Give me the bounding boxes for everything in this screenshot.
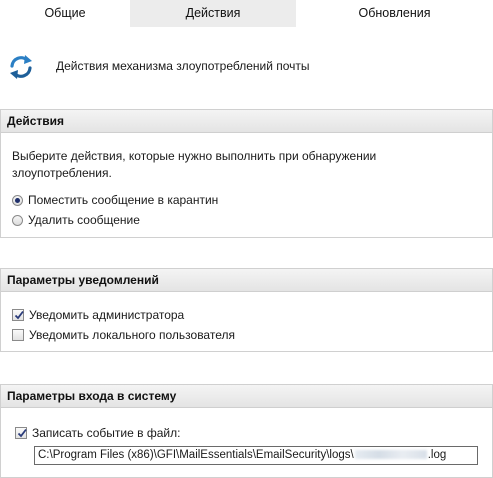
refresh-arrows-icon (6, 52, 36, 82)
notifications-section: Параметры уведомлений Уведомить админист… (0, 268, 493, 352)
log-to-file-checkbox[interactable] (15, 427, 27, 439)
notify-user-checkbox[interactable] (12, 329, 24, 341)
logging-section-title: Параметры входа в систему (1, 385, 492, 408)
tab-general[interactable]: Общие (0, 0, 130, 27)
tab-updates[interactable]: Обновления (296, 0, 493, 27)
log-to-file-label: Записать событие в файл: (32, 426, 181, 440)
log-path-field[interactable]: C:\Program Files (x86)\GFI\MailEssential… (34, 446, 478, 465)
logging-section: Параметры входа в систему Записать событ… (0, 384, 493, 478)
checkmark-icon (14, 310, 24, 320)
page-header: Действия механизма злоупотреблений почты (0, 40, 493, 96)
delete-option[interactable]: Удалить сообщение (12, 212, 140, 228)
notify-admin-option[interactable]: Уведомить администратора (12, 307, 184, 323)
log-to-file-option[interactable]: Записать событие в файл: (15, 425, 180, 441)
notify-user-label: Уведомить локального пользователя (29, 328, 235, 342)
redacted-filename (354, 450, 427, 460)
notifications-section-title: Параметры уведомлений (1, 269, 492, 292)
page-title: Действия механизма злоупотреблений почты (56, 59, 310, 73)
log-path-suffix: .log (427, 449, 447, 461)
actions-section-title: Действия (1, 110, 492, 133)
notify-admin-label: Уведомить администратора (29, 308, 185, 322)
delete-radio[interactable] (12, 214, 23, 226)
actions-section: Действия Выберите действия, которые нужн… (0, 109, 493, 238)
tab-bar: Общие Действия Обновления (0, 0, 493, 27)
log-path-prefix: C:\Program Files (x86)\GFI\MailEssential… (38, 449, 354, 461)
actions-description: Выберите действия, которые нужно выполни… (12, 149, 377, 180)
quarantine-label: Поместить сообщение в карантин (28, 193, 219, 207)
notify-admin-checkbox[interactable] (12, 309, 24, 321)
delete-label: Удалить сообщение (28, 213, 140, 227)
quarantine-radio[interactable] (12, 194, 23, 206)
tab-actions[interactable]: Действия (130, 0, 296, 27)
quarantine-option[interactable]: Поместить сообщение в карантин (12, 192, 218, 208)
notify-user-option[interactable]: Уведомить локального пользователя (12, 327, 235, 343)
checkmark-icon (17, 428, 27, 438)
